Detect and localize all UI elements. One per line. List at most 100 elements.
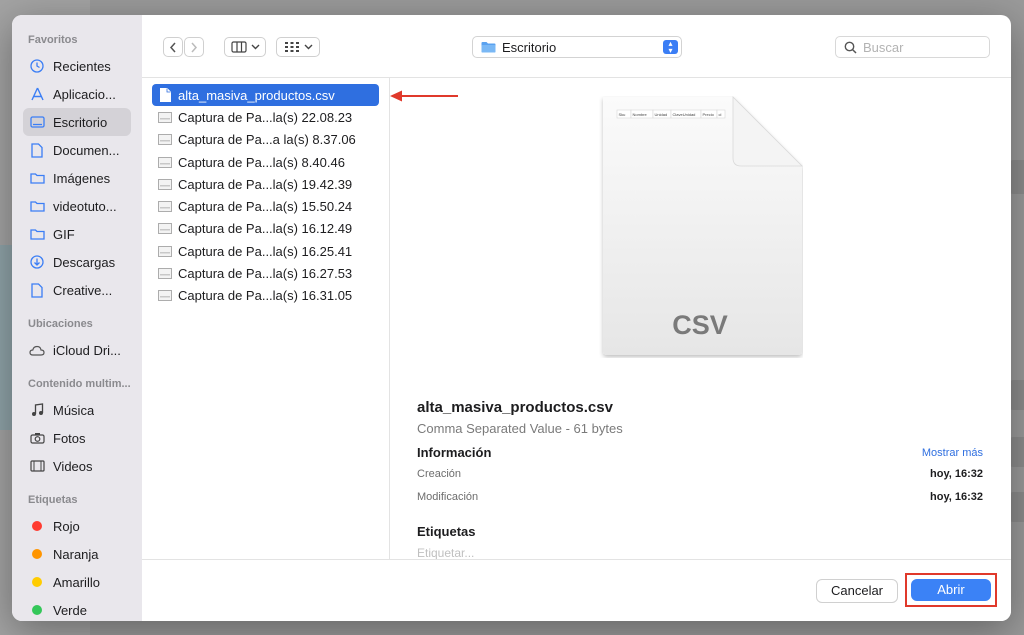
sidebar-item[interactable]: Creative... xyxy=(12,276,142,304)
search-field[interactable]: Buscar xyxy=(835,36,990,58)
screenshot-thumbnail-icon xyxy=(158,222,172,236)
sidebar-item-label: Imágenes xyxy=(53,170,111,186)
background-fragment xyxy=(1010,492,1024,522)
file-row[interactable]: Captura de Pa...la(s) 19.42.39 xyxy=(152,173,379,195)
file-row[interactable]: Captura de Pa...la(s) 16.31.05 xyxy=(152,285,379,307)
sidebar-section-title: Ubicaciones xyxy=(28,318,93,330)
sidebar-item[interactable]: Videos xyxy=(12,452,142,480)
file-row[interactable]: Captura de Pa...la(s) 16.27.53 xyxy=(152,262,379,284)
background-fragment xyxy=(1010,437,1024,467)
preview-file-name: alta_masiva_productos.csv xyxy=(417,399,613,416)
location-label: Escritorio xyxy=(502,39,557,55)
thumbnail-header-text: Unidad xyxy=(655,112,668,117)
sidebar-item[interactable]: Música xyxy=(12,396,142,424)
thumbnail-header-text: Sku xyxy=(619,112,626,117)
clock-icon xyxy=(28,57,46,75)
sidebar-section-title: Etiquetas xyxy=(28,494,78,506)
file-row[interactable]: Captura de Pa...la(s) 22.08.23 xyxy=(152,106,379,128)
sidebar: Favoritos Recientes Aplicacio... Escritorio… xyxy=(12,15,142,621)
chevron-right-icon xyxy=(191,42,198,52)
forward-button[interactable] xyxy=(184,37,204,57)
sidebar-section-title: Contenido multim... xyxy=(28,378,131,390)
camera-icon xyxy=(28,429,46,447)
chevron-left-icon xyxy=(169,42,176,52)
file-row[interactable]: Captura de Pa...la(s) 16.25.41 xyxy=(152,240,379,262)
sidebar-item-label: videotuto... xyxy=(53,198,117,214)
file-name: Captura de Pa...la(s) 16.31.05 xyxy=(178,288,353,304)
file-name: Captura de Pa...la(s) 16.12.49 xyxy=(178,221,353,237)
screenshot-thumbnail-icon xyxy=(158,133,172,147)
screenshot-thumbnail-icon xyxy=(158,289,172,303)
sidebar-item[interactable]: Imágenes xyxy=(12,164,142,192)
sidebar-item-label: Aplicacio... xyxy=(53,86,116,102)
file-name: alta_masiva_productos.csv xyxy=(178,87,335,103)
chevron-down-icon xyxy=(304,44,312,50)
sidebar-item-label: Videos xyxy=(53,458,93,474)
file-name: Captura de Pa...la(s) 16.25.41 xyxy=(178,243,353,259)
background-band xyxy=(0,245,12,430)
sidebar-item-label: Verde xyxy=(53,602,87,618)
toolbar: Escritorio ▴ ▾ Buscar xyxy=(142,15,1011,78)
sidebar-item-label: Documen... xyxy=(53,142,120,158)
tags-input[interactable]: Etiquetar... xyxy=(417,546,474,560)
screenshot-thumbnail-icon xyxy=(158,155,172,169)
location-popup[interactable]: Escritorio ▴ ▾ xyxy=(472,36,682,58)
screenshot-thumbnail-icon xyxy=(158,267,172,281)
sidebar-item-label: Música xyxy=(53,402,95,418)
modified-value: hoy, 16:32 xyxy=(930,491,983,503)
tag-dot-icon xyxy=(28,517,46,535)
sidebar-item[interactable]: Rojo xyxy=(12,512,142,540)
sidebar-item[interactable]: Escritorio xyxy=(23,108,131,136)
csv-document-thumbnail: Sku Nombre Unidad ClaveUnidad Precio cl CSV xyxy=(603,96,803,355)
sidebar-item-label: Rojo xyxy=(53,518,80,534)
tag-dot-icon xyxy=(28,545,46,563)
open-button[interactable]: Abrir xyxy=(911,579,991,601)
up-down-chevron-icon: ▴ ▾ xyxy=(663,40,678,55)
sidebar-item[interactable]: Fotos xyxy=(12,424,142,452)
sidebar-item[interactable]: videotuto... xyxy=(12,192,142,220)
sidebar-item-label: Descargas xyxy=(53,254,116,270)
thumbnail-header-text: ClaveUnidad xyxy=(673,112,696,117)
cancel-button[interactable]: Cancelar xyxy=(816,579,898,603)
file-row[interactable]: Captura de Pa...la(s) 8.40.46 xyxy=(152,151,379,173)
thumbnail-header-text: Precio xyxy=(703,112,715,117)
sidebar-item-label: Creative... xyxy=(53,282,113,298)
file-icon xyxy=(28,281,46,299)
sidebar-item-label: Amarillo xyxy=(53,574,100,590)
dialog-footer: Cancelar Abrir xyxy=(142,559,1011,621)
columns-view-icon xyxy=(230,41,247,53)
screenshot-thumbnail-icon xyxy=(158,244,172,258)
file-name: Captura de Pa...la(s) 8.40.46 xyxy=(178,154,345,170)
sidebar-item[interactable]: Recientes xyxy=(12,52,142,80)
view-columns-button[interactable] xyxy=(224,37,266,57)
sidebar-item[interactable]: Amarillo xyxy=(12,568,142,596)
file-row[interactable]: Captura de Pa...a la(s) 8.37.06 xyxy=(152,129,379,151)
created-label: Creación xyxy=(417,468,462,480)
sidebar-item[interactable]: Verde xyxy=(12,596,142,621)
file-list: alta_masiva_productos.csv Captura de Pa..… xyxy=(142,78,390,559)
sidebar-item[interactable]: Aplicacio... xyxy=(12,80,142,108)
sidebar-item[interactable]: Naranja xyxy=(12,540,142,568)
folder-icon xyxy=(28,225,46,243)
file-name: Captura de Pa...la(s) 15.50.24 xyxy=(178,199,353,215)
file-row[interactable]: alta_masiva_productos.csv xyxy=(152,84,379,107)
group-by-button[interactable] xyxy=(276,37,320,57)
sidebar-item[interactable]: Descargas xyxy=(12,248,142,276)
tag-dot-icon xyxy=(28,601,46,619)
sidebar-item[interactable]: GIF xyxy=(12,220,142,248)
desktop-icon xyxy=(28,113,46,131)
sidebar-item-label: Recientes xyxy=(53,58,111,74)
show-more-link[interactable]: Mostrar más xyxy=(922,447,983,459)
document-icon xyxy=(158,88,172,103)
file-name: Captura de Pa...la(s) 16.27.53 xyxy=(178,266,353,282)
file-row[interactable]: Captura de Pa...la(s) 16.12.49 xyxy=(152,218,379,240)
sidebar-item-label: Fotos xyxy=(53,430,86,446)
sidebar-item[interactable]: Documen... xyxy=(12,136,142,164)
file-name: Captura de Pa...a la(s) 8.37.06 xyxy=(178,132,356,148)
back-button[interactable] xyxy=(163,37,183,57)
grid-icon xyxy=(284,42,299,52)
sidebar-item[interactable]: iCloud Dri... xyxy=(12,336,142,364)
file-row[interactable]: Captura de Pa...la(s) 15.50.24 xyxy=(152,195,379,217)
